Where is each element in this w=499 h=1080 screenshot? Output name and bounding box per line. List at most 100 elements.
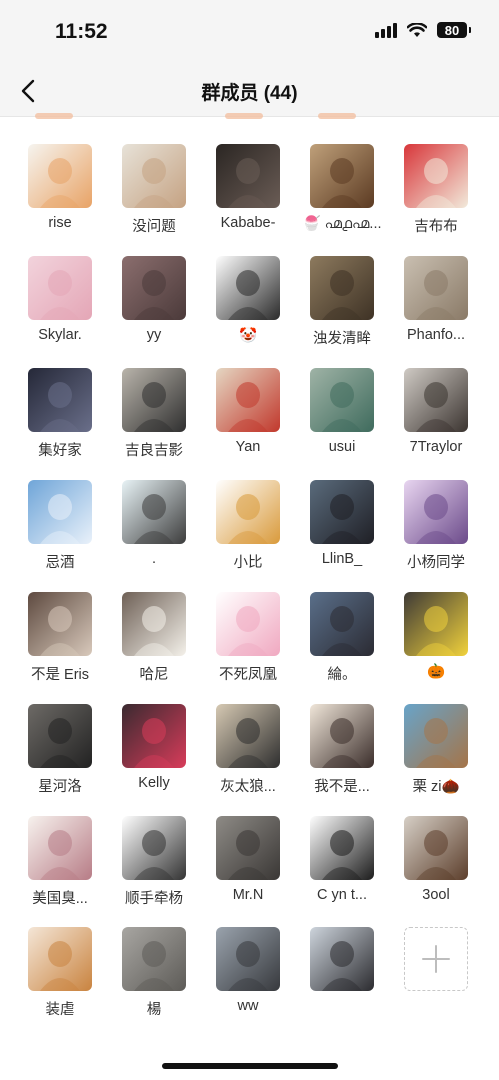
member-name: Mr.N: [232, 887, 264, 903]
member-item[interactable]: 哈尼: [109, 592, 199, 704]
member-item[interactable]: 吉布布: [391, 144, 481, 256]
member-item[interactable]: 綸。: [297, 592, 387, 704]
member-name: 7Traylor: [409, 439, 463, 455]
member-item[interactable]: 🍧 ൶൧൶...: [297, 144, 387, 256]
member-name: 小杨同学: [407, 555, 465, 571]
member-item[interactable]: 灰太狼...: [203, 704, 293, 816]
member-name: 吉良吉影: [125, 443, 183, 459]
member-name: 3ool: [422, 887, 450, 903]
member-name: 顺手牵杨: [125, 891, 183, 907]
member-item[interactable]: 没问题: [109, 144, 199, 256]
silhouette-avatar-icon: [310, 927, 374, 991]
member-item[interactable]: LlinB_: [297, 480, 387, 592]
aerial-photo-avatar-icon: [310, 368, 374, 432]
anime-girl-avatar-icon: [28, 256, 92, 320]
rabbit-avatar-icon: [122, 144, 186, 208]
people-photo-avatar-icon: [216, 144, 280, 208]
member-name: ww: [237, 998, 259, 1014]
member-name: 忌酒: [45, 555, 75, 571]
collage-avatar-icon: [122, 927, 186, 991]
bear-avatar-icon: [310, 144, 374, 208]
member-item[interactable]: 🤡: [203, 256, 293, 368]
member-name: 美国臭...: [32, 891, 88, 907]
member-item[interactable]: 装虐: [15, 927, 105, 1039]
battery-level: 80: [444, 22, 460, 38]
scrolled-row-edge: [0, 113, 499, 122]
member-name: rise: [48, 215, 72, 231]
member-item[interactable]: Phanfo...: [391, 256, 481, 368]
member-name: 没问题: [132, 219, 176, 235]
member-item[interactable]: Yan: [203, 368, 293, 480]
member-item[interactable]: 我不是...: [297, 704, 387, 816]
anime-character-avatar-icon: [404, 480, 468, 544]
member-item[interactable]: 栗 zi🌰: [391, 704, 481, 816]
member-item[interactable]: Skylar.: [15, 256, 105, 368]
member-item[interactable]: 忌酒: [15, 480, 105, 592]
member-name: 栗 zi🌰: [412, 779, 460, 795]
member-item[interactable]: 🎃: [391, 592, 481, 704]
member-item[interactable]: usui: [297, 368, 387, 480]
member-name: Phanfo...: [406, 327, 466, 343]
couple-photo-avatar-icon: [310, 256, 374, 320]
member-item[interactable]: 不是 Eris: [15, 592, 105, 704]
dog-figure-avatar-icon: [404, 816, 468, 880]
sketch-avatar-icon: [122, 816, 186, 880]
burger-avatar-icon: [216, 480, 280, 544]
plus-icon: [422, 945, 450, 973]
girl-portrait-avatar-icon: [122, 704, 186, 768]
member-name: .: [151, 551, 157, 567]
member-item[interactable]: Kababe-: [203, 144, 293, 256]
member-item[interactable]: 小杨同学: [391, 480, 481, 592]
member-item[interactable]: 不死凤凰: [203, 592, 293, 704]
member-name: 集好家: [38, 443, 82, 459]
member-name: 哈尼: [139, 667, 169, 683]
member-name: 不是 Eris: [31, 667, 89, 683]
member-name: Kababe-: [220, 215, 276, 231]
motorbike-avatar-icon: [216, 704, 280, 768]
status-bar: 11:52 80: [0, 0, 499, 66]
member-name: 🍧 ൶൧൶...: [302, 216, 382, 232]
member-name: 楊: [146, 1002, 162, 1018]
sky-photo-avatar-icon: [28, 480, 92, 544]
member-name: C yn t...: [317, 887, 367, 903]
member-item[interactable]: 顺手牵杨: [109, 816, 199, 928]
member-item[interactable]: .: [109, 480, 199, 592]
battery-indicator: 80: [437, 22, 471, 38]
member-item[interactable]: Kelly: [109, 704, 199, 816]
member-name: Yan: [235, 439, 261, 455]
member-item[interactable]: 美国臭...: [15, 816, 105, 928]
member-name: 🤡: [238, 328, 258, 344]
figure-avatar-icon: [28, 704, 92, 768]
girl-photo-avatar-icon: [310, 480, 374, 544]
member-name: 吉布布: [414, 219, 458, 235]
member-item[interactable]: yy: [109, 256, 199, 368]
cartoon-girl-avatar-icon: [216, 256, 280, 320]
nav-bar: 群成员 (44): [0, 66, 499, 117]
member-item[interactable]: 楊: [109, 927, 199, 1039]
beach-photo-avatar-icon: [404, 704, 468, 768]
member-item[interactable]: C yn t...: [297, 816, 387, 928]
food-photo-avatar-icon: [404, 592, 468, 656]
member-item[interactable]: 小比: [203, 480, 293, 592]
member-item[interactable]: ww: [203, 927, 293, 1039]
member-item[interactable]: 集好家: [15, 368, 105, 480]
seaside-photo-avatar-icon: [216, 927, 280, 991]
member-item[interactable]: rise: [15, 144, 105, 256]
member-item[interactable]: 3ool: [391, 816, 481, 928]
member-name: 綸。: [327, 667, 357, 683]
page-title: 群成员 (44): [201, 83, 298, 104]
wifi-icon: [407, 22, 427, 37]
add-member-button[interactable]: [391, 927, 481, 1039]
dog-avatar-icon: [28, 144, 92, 208]
member-name: Skylar.: [38, 327, 82, 343]
cat-photo-avatar-icon: [122, 256, 186, 320]
member-item[interactable]: Mr.N: [203, 816, 293, 928]
member-item[interactable]: [297, 927, 387, 1039]
member-item[interactable]: 星河洛: [15, 704, 105, 816]
member-item[interactable]: 7Traylor: [391, 368, 481, 480]
member-item[interactable]: 浊发清眸: [297, 256, 387, 368]
member-name: LlinB_: [321, 551, 363, 567]
member-item[interactable]: 吉良吉影: [109, 368, 199, 480]
pig-figure-avatar-icon: [216, 368, 280, 432]
cat-photo-avatar-icon: [28, 592, 92, 656]
